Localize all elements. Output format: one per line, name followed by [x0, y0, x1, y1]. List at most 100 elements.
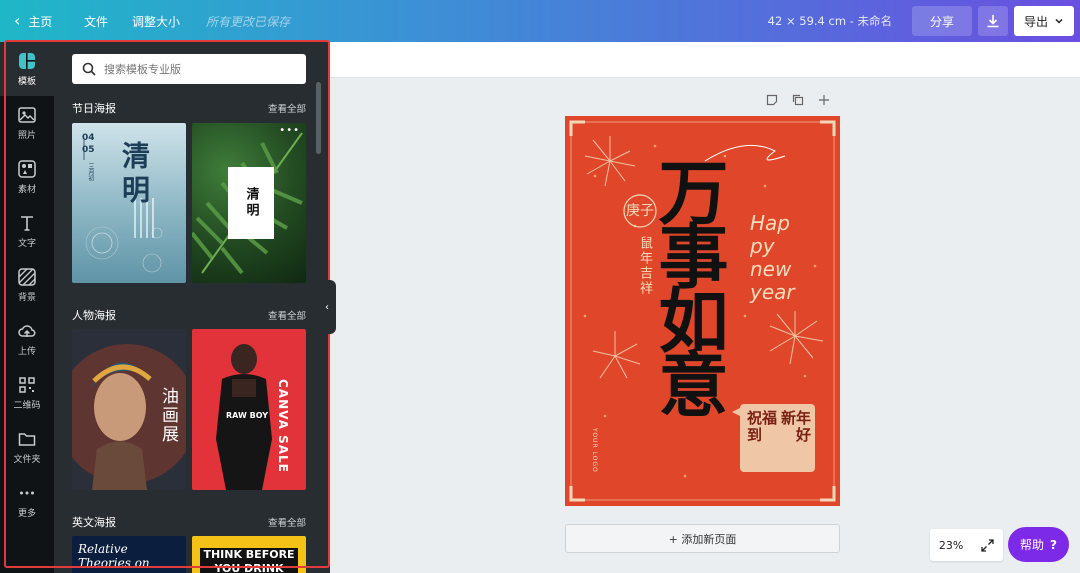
rail-item-background[interactable]: 背景 [0, 258, 54, 312]
section-header-people: 人物海报 查看全部 [72, 307, 306, 323]
fullscreen-icon[interactable] [981, 538, 994, 552]
see-all-link[interactable]: 查看全部 [268, 308, 306, 322]
happy-line-2: py [750, 234, 775, 258]
chevron-left-icon: ‹ [325, 301, 329, 313]
rail-label: 文字 [17, 238, 36, 249]
chevron-left-icon: ‹ [14, 11, 21, 30]
rail-label: 上传 [17, 346, 36, 357]
date-top: 04 [82, 133, 95, 143]
text-icon [18, 214, 36, 232]
stamp-text-4: 到 [747, 426, 763, 445]
section-title: 节日海报 [72, 102, 116, 115]
qingming-1-title: 清明 [118, 141, 151, 209]
see-all-link[interactable]: 查看全部 [268, 101, 306, 115]
rail-item-more[interactable]: 更多 [0, 474, 54, 528]
search-input[interactable] [104, 62, 294, 76]
search-box[interactable] [72, 54, 306, 84]
happy-line-4: year [750, 280, 795, 304]
poster-logo: YOUR LOGO [591, 428, 598, 473]
document-info: 42 × 59.4 cm - 未命名 [767, 14, 892, 28]
qrcode-icon [18, 376, 36, 394]
save-status: 所有更改已保存 [206, 14, 291, 29]
think-line-1: THINK BEFORE [203, 548, 295, 561]
rail-item-elements[interactable]: 素材 [0, 150, 54, 204]
home-button[interactable]: ‹ 主页 [0, 13, 72, 30]
top-bar-right: 42 × 59.4 cm - 未命名 分享 导出 [768, 0, 1080, 42]
rail-label: 照片 [17, 130, 36, 141]
note-icon[interactable] [766, 94, 778, 106]
share-button[interactable]: 分享 [912, 6, 972, 36]
rail-item-qrcode[interactable]: 二维码 [0, 366, 54, 420]
happy-line-3: new [750, 257, 792, 281]
duplicate-icon[interactable] [792, 94, 804, 106]
file-menu[interactable]: 文件 [84, 13, 108, 30]
rail-item-upload[interactable]: 上传 [0, 312, 54, 366]
stamp-row-2: 到好 [747, 426, 811, 445]
rail-item-folder[interactable]: 文件夹 [0, 420, 54, 474]
relative-line-2: Theories on [78, 556, 150, 571]
think-line-2: YOU DRINK [214, 562, 284, 573]
question-icon: ? [1050, 537, 1057, 552]
poster-happy-new-year: Hap py new year [750, 212, 795, 304]
more-options-icon[interactable]: ••• [279, 125, 300, 136]
add-page-icon[interactable] [818, 94, 830, 106]
relative-title: Relative Theories on [78, 542, 150, 571]
photo-icon [18, 106, 36, 124]
section-header-english: 英文海报 查看全部 [72, 514, 306, 530]
qingming-2-title: 清明 [243, 187, 259, 219]
home-label: 主页 [28, 14, 53, 29]
side-rail: 模板 照片 素材 文字 背景 上传 二维码 文件夹 更多 [0, 42, 54, 573]
top-bar-left: ‹ 主页 文件 调整大小 所有更改已保存 [0, 0, 290, 42]
poster-canvas[interactable]: 庚子 鼠年吉祥 万事如意 Hap py new year 祝福 新年 到好 YOU… [565, 116, 840, 506]
page-tools [766, 94, 830, 106]
template-icon [18, 52, 36, 70]
qingming-1-sub: 三月初 [87, 163, 94, 181]
help-button[interactable]: 帮助 ? [1008, 527, 1069, 562]
section-header-holiday: 节日海报 查看全部 [72, 100, 306, 116]
template-thumb-qingming-1[interactable]: 04 05 清明 三月初 [72, 123, 186, 283]
canva-shirt-text: RAW BOY [226, 411, 269, 420]
export-label: 导出 [1023, 14, 1048, 29]
section-title: 人物海报 [72, 309, 116, 322]
rail-item-text[interactable]: 文字 [0, 204, 54, 258]
rail-item-photos[interactable]: 照片 [0, 96, 54, 150]
zoom-control[interactable]: 23% [930, 529, 1003, 561]
section-title: 英文海报 [72, 516, 116, 529]
qingming-1-date: 04 05 [82, 133, 95, 156]
stamp-row-1: 祝福 新年 [747, 409, 811, 427]
poster-main-text: 万事如意 [647, 156, 730, 412]
poster-stamp: 祝福 新年 到好 [747, 409, 811, 445]
rail-label: 背景 [17, 292, 36, 303]
rail-label: 模板 [17, 76, 36, 87]
rail-item-templates[interactable]: 模板 [0, 42, 54, 96]
template-thumb-oil-painting[interactable]: 油画展 [72, 329, 186, 490]
elements-icon [18, 159, 36, 178]
rail-label: 二维码 [13, 400, 41, 411]
template-thumb-qingming-2[interactable]: 清明 ••• [192, 123, 306, 283]
upload-icon [18, 322, 36, 340]
canva-sale-title: CANVA SALE [276, 379, 290, 473]
editor-toolbar [330, 42, 1080, 78]
resize-menu[interactable]: 调整大小 [132, 13, 180, 30]
template-thumb-relative[interactable]: Relative Theories on [72, 536, 186, 573]
stamp-text-2: 好 [795, 426, 811, 445]
collapse-panel-button[interactable]: ‹ [318, 280, 336, 334]
rail-label: 文件夹 [13, 454, 41, 465]
search-icon [82, 62, 96, 76]
download-button[interactable] [978, 6, 1008, 36]
add-page-button[interactable]: + 添加新页面 [565, 524, 840, 553]
qingming-2-card: 清明 [228, 167, 274, 239]
happy-line-1: Hap [750, 211, 790, 235]
folder-icon [18, 430, 36, 448]
template-thumb-think-before[interactable]: THINK BEFORE YOU DRINK [192, 536, 306, 573]
template-panel: 节日海报 查看全部 04 05 清明 三月初 [54, 42, 330, 573]
export-button[interactable]: 导出 [1014, 6, 1074, 36]
zoom-level[interactable]: 23% [939, 539, 963, 552]
stamp-text-3: 祝福 [747, 409, 778, 427]
panel-scrollbar[interactable] [316, 82, 321, 154]
template-thumb-canva-sale[interactable]: RAW BOY CANVA SALE [192, 329, 306, 490]
rail-label: 素材 [17, 184, 36, 195]
think-title: THINK BEFORE YOU DRINK [200, 548, 298, 573]
see-all-link[interactable]: 查看全部 [268, 515, 306, 529]
help-label: 帮助 [1020, 538, 1045, 552]
